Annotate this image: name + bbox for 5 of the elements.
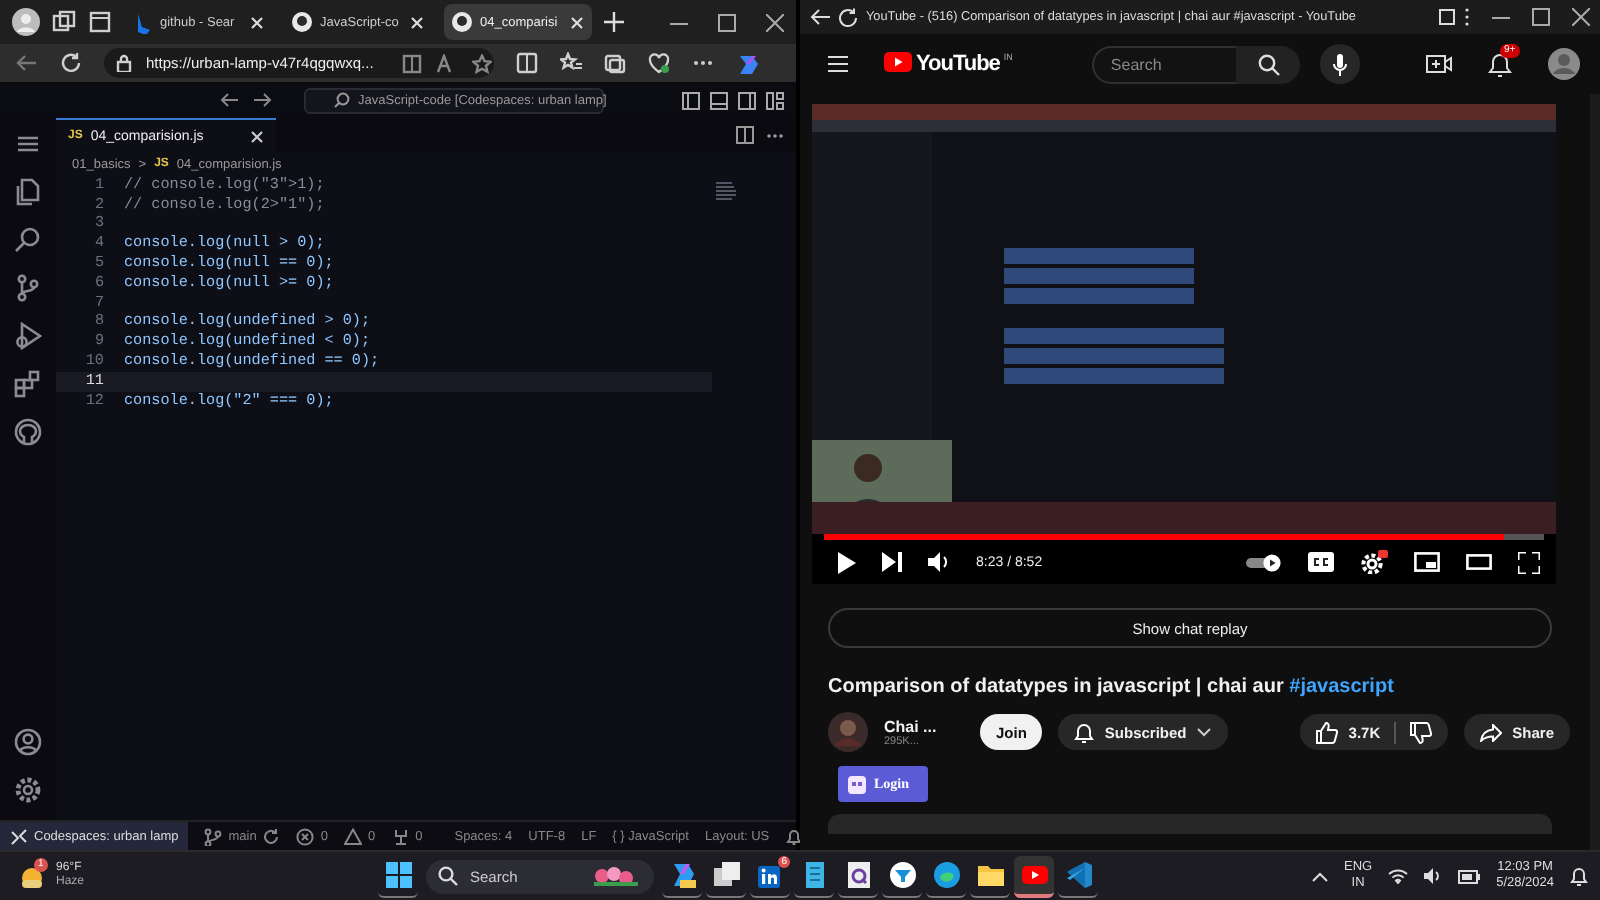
search-field[interactable]: Search (1092, 45, 1237, 83)
logo-text[interactable]: YouTube (916, 52, 1000, 76)
channel-name[interactable]: Chai ... (884, 717, 964, 735)
video-title: Comparison of datatypes in javascript | chai aur #javascript (828, 676, 1396, 698)
hashtag-link[interactable]: #javascript (1289, 676, 1394, 698)
